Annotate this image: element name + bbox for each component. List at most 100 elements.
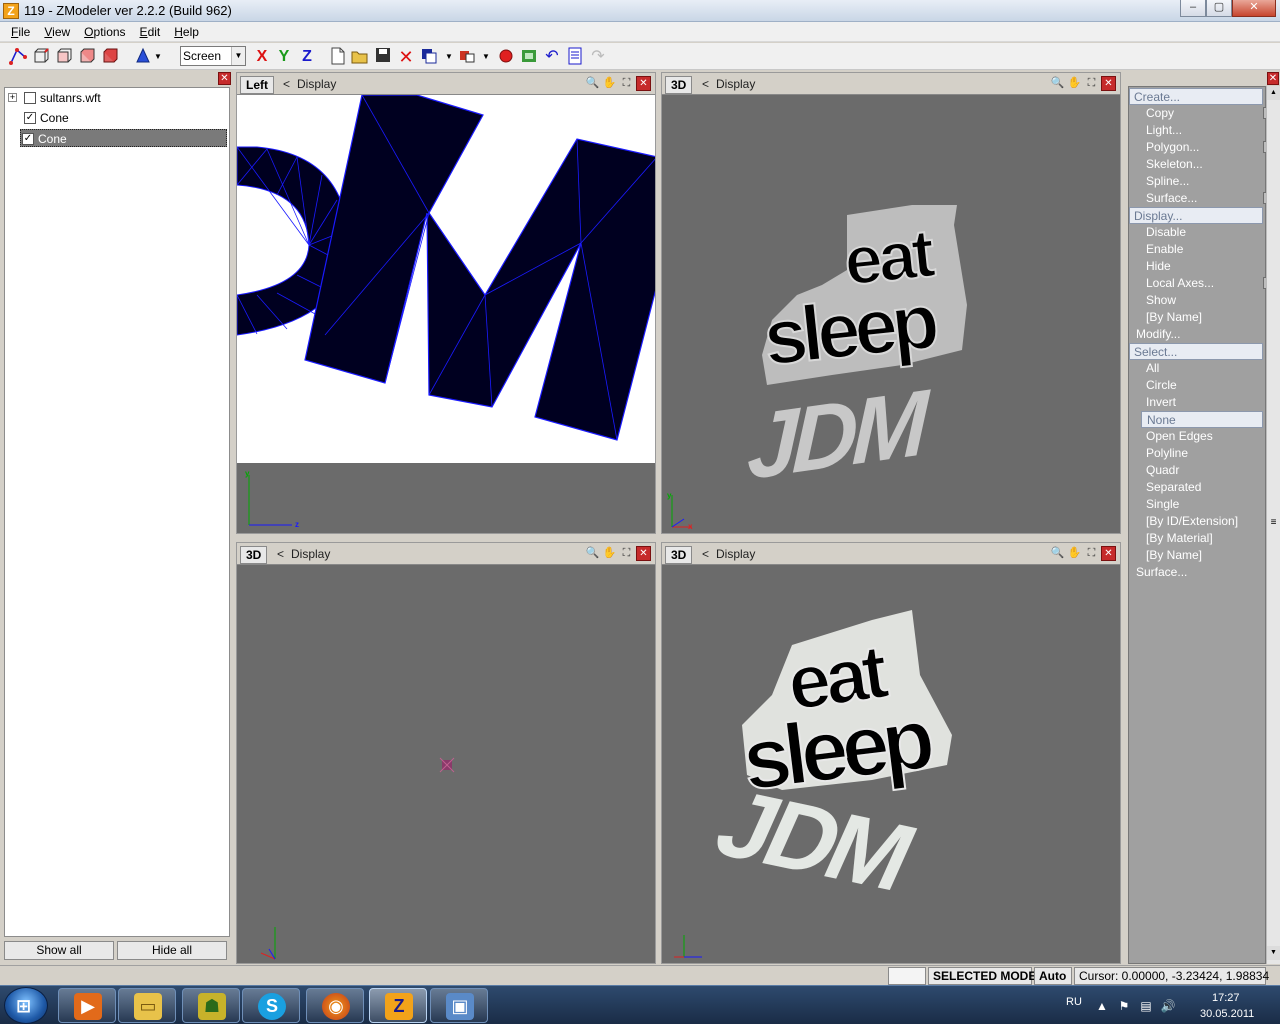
close-window-button[interactable]: ✕ <box>1232 0 1276 17</box>
tree-checkbox[interactable]: ✓ <box>22 133 34 145</box>
minimize-button[interactable]: – <box>1180 0 1206 17</box>
viewport-canvas[interactable]: eat sleep JDM y x <box>662 95 1120 533</box>
hide-all-button[interactable]: Hide all <box>117 941 227 960</box>
close-viewport-icon[interactable]: ✕ <box>636 76 651 91</box>
zoom-icon[interactable]: 🔍 <box>1050 546 1065 561</box>
coord-mode-select[interactable]: Screen ▼ <box>180 46 246 66</box>
display-by-name[interactable]: [By Name] <box>1129 309 1263 326</box>
volume-icon[interactable]: 🔊 <box>1160 998 1176 1014</box>
viewport-back-icon[interactable]: < <box>277 546 284 562</box>
taskbar-explorer[interactable]: ▭ <box>118 988 176 1023</box>
create-surface[interactable]: Surface... <box>1129 190 1275 207</box>
display-local-axes[interactable]: Local Axes... <box>1129 275 1275 292</box>
select-none[interactable]: None <box>1141 411 1263 428</box>
viewport-view-tab[interactable]: 3D <box>665 76 693 94</box>
tree-item-cone-selected[interactable]: ✓ Cone <box>20 129 227 147</box>
zoom-icon[interactable]: 🔍 <box>585 546 600 561</box>
select-category[interactable]: Select... <box>1129 343 1263 360</box>
tree-item-cone[interactable]: ✓ Cone <box>7 109 227 127</box>
select-by-material[interactable]: [By Material] <box>1129 530 1263 547</box>
viewport-view-tab[interactable]: 3D <box>240 546 268 564</box>
viewport-back-icon[interactable]: < <box>702 76 709 92</box>
maximize-button[interactable]: ▢ <box>1206 0 1232 17</box>
maximize-viewport-icon[interactable]: ⛶ <box>1084 546 1099 561</box>
select-quadr[interactable]: Quadr <box>1129 462 1263 479</box>
taskbar-firefox[interactable]: ◉ <box>306 988 364 1023</box>
viewport-display-menu[interactable]: Display <box>716 76 755 92</box>
delete-icon[interactable]: ✕ <box>396 47 416 67</box>
viewport-back-icon[interactable]: < <box>283 76 290 92</box>
viewport-display-menu[interactable]: Display <box>297 76 336 92</box>
tree-checkbox[interactable] <box>24 92 36 104</box>
clock-date[interactable]: 30.05.2011 <box>1200 1008 1254 1020</box>
tree-item-sultanrs[interactable]: + sultanrs.wft <box>7 89 227 107</box>
tree-checkbox[interactable]: ✓ <box>24 112 36 124</box>
chevron-down-icon[interactable]: ▼ <box>231 47 245 65</box>
viewport-3d-bottom[interactable]: 3D < Display 🔍 ✋ ⛶ ✕ eat sleep JDM <box>661 542 1121 964</box>
auto-mode-status[interactable]: Auto <box>1034 967 1072 985</box>
axis-z-toggle[interactable]: Z <box>297 47 317 67</box>
create-light[interactable]: Light... <box>1129 122 1263 139</box>
normals-dropdown-icon[interactable]: ▼ <box>152 47 164 67</box>
select-separated[interactable]: Separated <box>1129 479 1263 496</box>
selection-mode-status[interactable]: SELECTED MODE <box>928 967 1036 985</box>
show-hidden-icons[interactable]: ▲ <box>1094 998 1110 1014</box>
scroll-grip-icon[interactable]: ≡ <box>1267 516 1280 530</box>
create-skeleton[interactable]: Skeleton... <box>1129 156 1263 173</box>
menu-help[interactable]: Help <box>167 22 206 41</box>
display-disable[interactable]: Disable <box>1129 224 1263 241</box>
link-dropdown-icon[interactable]: ▼ <box>480 47 492 67</box>
display-enable[interactable]: Enable <box>1129 241 1263 258</box>
copy-dropdown-icon[interactable]: ▼ <box>443 47 455 67</box>
create-category[interactable]: Create... <box>1129 88 1263 105</box>
taskbar-image-viewer[interactable]: ▣ <box>430 988 488 1023</box>
create-spline[interactable]: Spline... <box>1129 173 1263 190</box>
zoom-icon[interactable]: 🔍 <box>585 76 600 91</box>
close-panel-icon[interactable]: ✕ <box>1267 72 1279 85</box>
taskbar-skype[interactable]: S <box>242 988 300 1023</box>
viewport-3d-top[interactable]: 3D < Display 🔍 ✋ ⛶ ✕ eat sleep JDM y x <box>661 72 1121 534</box>
document-icon[interactable] <box>565 47 585 67</box>
display-category[interactable]: Display... <box>1129 207 1263 224</box>
close-viewport-icon[interactable]: ✕ <box>1101 546 1116 561</box>
scroll-up-icon[interactable]: ▲ <box>1267 86 1280 100</box>
menu-options[interactable]: Options <box>77 22 132 41</box>
select-by-id-extension[interactable]: [By ID/Extension] <box>1129 513 1263 530</box>
open-folder-icon[interactable] <box>350 47 370 67</box>
zmodeler-app-icon[interactable]: Z <box>3 3 19 19</box>
scroll-down-icon[interactable]: ▼ <box>1267 946 1280 960</box>
modify-category[interactable]: Modify... <box>1129 326 1263 343</box>
viewport-view-tab[interactable]: Left <box>240 76 274 94</box>
maximize-viewport-icon[interactable]: ⛶ <box>1084 76 1099 91</box>
pan-icon[interactable]: ✋ <box>602 76 617 91</box>
undo-icon[interactable]: ↶ <box>542 47 562 67</box>
taskbar-game-app[interactable]: ☗ <box>182 988 240 1023</box>
close-viewport-icon[interactable]: ✕ <box>1101 76 1116 91</box>
display-show[interactable]: Show <box>1129 292 1263 309</box>
viewport-canvas[interactable]: y z <box>237 95 655 533</box>
maximize-viewport-icon[interactable]: ⛶ <box>619 76 634 91</box>
copy-icon[interactable] <box>419 47 439 67</box>
action-center-icon[interactable]: ⚑ <box>1116 998 1132 1014</box>
axis-y-toggle[interactable]: Y <box>274 47 294 67</box>
clock-time[interactable]: 17:27 <box>1212 992 1240 1004</box>
create-copy[interactable]: Copy <box>1129 105 1275 122</box>
viewport-view-tab[interactable]: 3D <box>665 546 693 564</box>
surface-category[interactable]: Surface... <box>1129 564 1263 581</box>
normals-icon[interactable] <box>133 47 153 67</box>
viewport-canvas[interactable] <box>237 565 655 963</box>
redo-icon[interactable]: ↷ <box>588 47 608 67</box>
pan-icon[interactable]: ✋ <box>1067 546 1082 561</box>
zoom-icon[interactable]: 🔍 <box>1050 76 1065 91</box>
select-by-name[interactable]: [By Name] <box>1129 547 1263 564</box>
viewport-3d-empty[interactable]: 3D < Display 🔍 ✋ ⛶ ✕ <box>236 542 656 964</box>
select-face-icon[interactable] <box>54 47 74 67</box>
viewport-display-menu[interactable]: Display <box>291 546 330 562</box>
close-panel-icon[interactable]: ✕ <box>218 72 231 85</box>
taskbar-zmodeler[interactable]: Z <box>369 988 427 1023</box>
pan-icon[interactable]: ✋ <box>602 546 617 561</box>
select-all[interactable]: All <box>1129 360 1263 377</box>
record-icon[interactable] <box>496 47 516 67</box>
select-circle[interactable]: Circle <box>1129 377 1263 394</box>
export-icon[interactable] <box>519 47 539 67</box>
